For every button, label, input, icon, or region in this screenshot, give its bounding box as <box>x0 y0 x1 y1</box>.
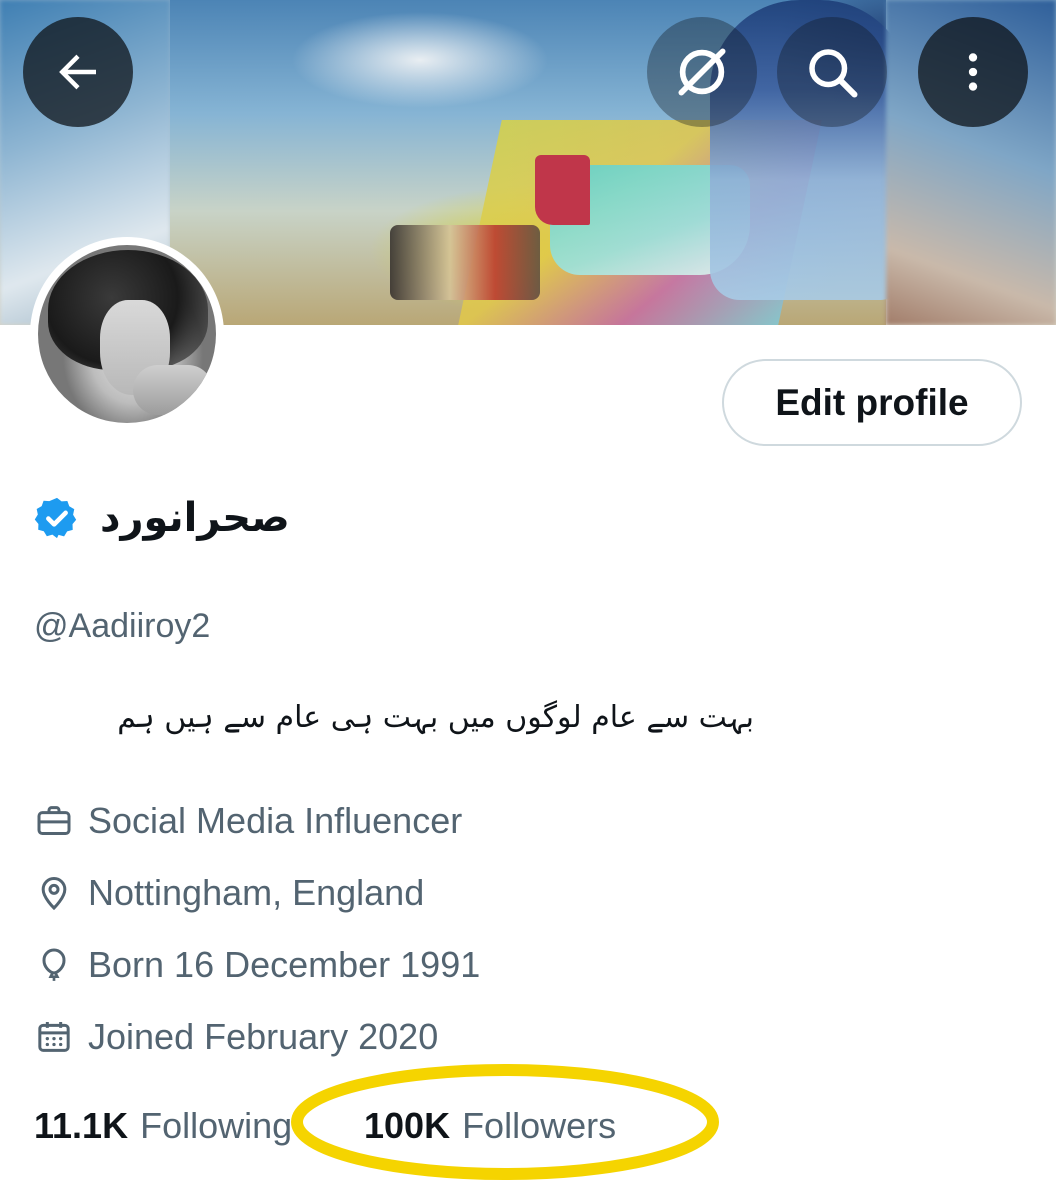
following-label: Following <box>140 1104 293 1146</box>
following-link[interactable]: 11.1K Following <box>34 1105 314 1147</box>
more-options-button[interactable] <box>918 17 1028 127</box>
balloon-icon <box>42 948 66 981</box>
location-text: Nottingham, England <box>88 872 425 913</box>
profession-row: Social Media Influencer <box>34 796 462 846</box>
followers-label: Followers <box>462 1104 617 1146</box>
display-name: صحرانورد <box>100 495 290 541</box>
back-arrow-icon <box>59 54 96 90</box>
search-icon <box>809 49 858 98</box>
back-button[interactable] <box>23 17 133 127</box>
grok-button[interactable] <box>647 17 757 127</box>
follow-stats: 11.1K Following 100K Followers <box>34 1098 616 1153</box>
following-count: 11.1K <box>34 1104 129 1146</box>
avatar-hand <box>133 365 213 415</box>
birthday-row: Born 16 December 1991 <box>34 940 480 990</box>
banner-photo-shoeshine-box <box>390 225 540 300</box>
display-name-row: صحرانورد <box>34 488 290 548</box>
profession-text: Social Media Influencer <box>88 800 463 841</box>
birthday-text: Born 16 December 1991 <box>88 944 481 985</box>
avatar-image <box>38 245 216 423</box>
location-pin-icon <box>41 877 67 911</box>
location-row: Nottingham, England <box>34 868 424 918</box>
verified-badge-icon[interactable] <box>34 495 80 541</box>
calendar-icon <box>38 1022 70 1052</box>
search-button[interactable] <box>777 17 887 127</box>
username-handle: @Aadiiroy2 <box>34 607 211 645</box>
followers-count: 100K <box>364 1104 451 1146</box>
joined-row: Joined February 2020 <box>34 1012 438 1062</box>
banner-photo-boot <box>535 155 590 225</box>
profile-bio: بہت سے عام لوگوں میں بہت ہی عام سے ہیں ہ… <box>117 700 754 735</box>
more-vertical-icon <box>968 53 978 91</box>
joined-text: Joined February 2020 <box>88 1016 439 1057</box>
banner-photo <box>170 0 910 325</box>
followers-link[interactable]: 100K Followers <box>364 1105 616 1147</box>
edit-profile-button[interactable]: Edit profile <box>722 359 1022 446</box>
avatar[interactable] <box>30 237 224 431</box>
grok-icon <box>678 48 726 96</box>
briefcase-icon <box>37 806 71 835</box>
